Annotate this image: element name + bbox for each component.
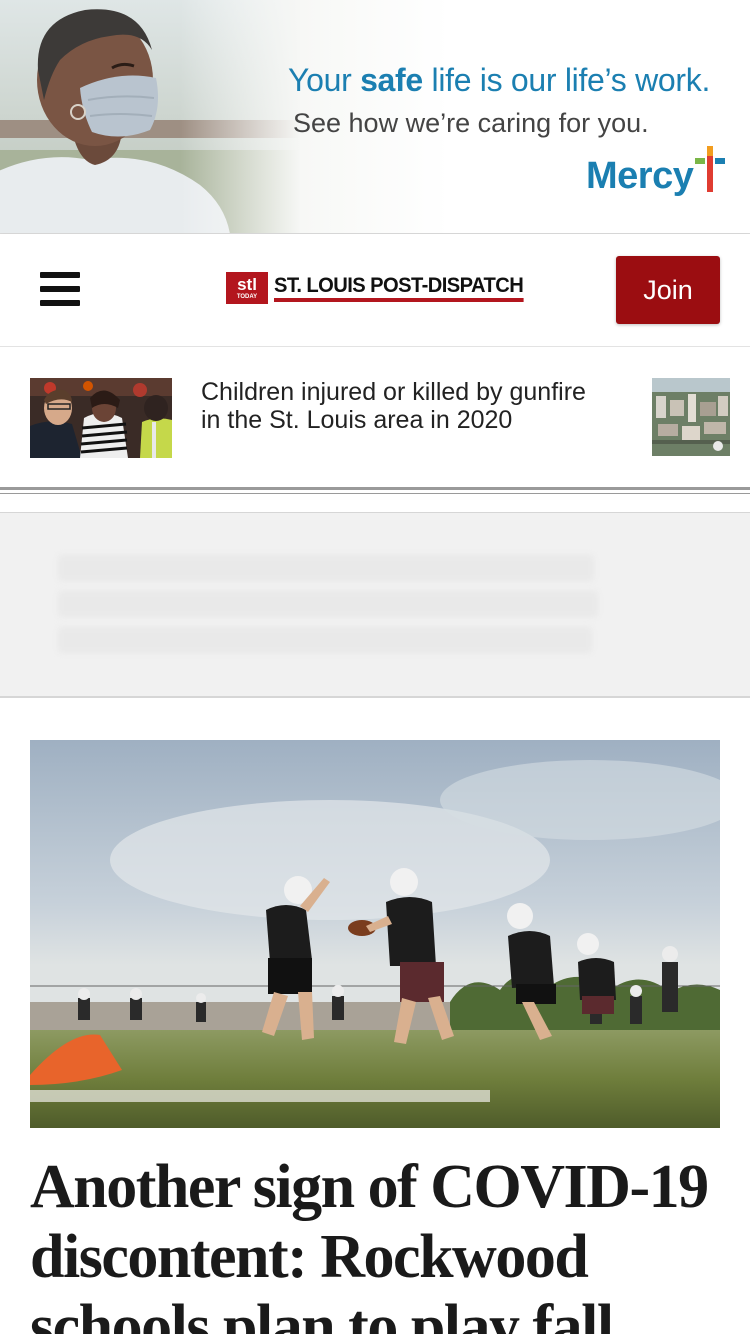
ad-placeholder <box>0 512 750 698</box>
mercy-ad-banner[interactable]: Your safe life is our life’s work. See h… <box>0 0 750 234</box>
mercy-cross-icon <box>695 146 726 192</box>
hamburger-bar <box>40 300 80 306</box>
hamburger-bar <box>40 286 80 292</box>
ad-subline: See how we’re caring for you. <box>293 108 649 138</box>
join-button[interactable]: Join <box>616 256 720 324</box>
ad-placeholder-line <box>58 591 598 617</box>
stl-badge-main: stl <box>237 275 257 294</box>
site-logo[interactable]: stl TODAY ST. LOUIS POST-DISPATCH <box>226 272 534 304</box>
ad-placeholder-line <box>58 627 592 653</box>
trending-thumbnail-left[interactable] <box>30 378 172 458</box>
section-divider <box>0 493 750 494</box>
trending-headline-link[interactable]: Children injured or killed by gunfire in… <box>201 378 601 434</box>
stl-badge-sub: TODAY <box>236 294 258 300</box>
ad-tagline: Your safe life is our life’s work. <box>288 62 710 99</box>
article-hero-image[interactable] <box>30 740 720 1128</box>
ad-tagline-post: life is our life’s work. <box>422 62 711 98</box>
article-headline[interactable]: Another sign of COVID-19 discontent: Roc… <box>30 1152 730 1334</box>
aerial-city-photo <box>652 378 730 456</box>
ad-tagline-pre: Your <box>288 62 361 98</box>
mercy-logo: Mercy <box>586 146 726 204</box>
hamburger-icon[interactable] <box>40 272 80 308</box>
site-header: stl TODAY ST. LOUIS POST-DISPATCH Join <box>0 234 750 347</box>
section-divider <box>0 487 750 490</box>
brand-name: ST. LOUIS POST-DISPATCH <box>274 274 524 302</box>
woman-with-mask-photo <box>0 0 300 233</box>
ad-tagline-bold: safe <box>360 62 423 98</box>
crowd-photo <box>30 378 172 458</box>
football-practice-photo <box>30 740 720 1128</box>
mercy-logo-text: Mercy <box>586 154 694 197</box>
hamburger-bar <box>40 272 80 278</box>
stl-today-badge: stl TODAY <box>226 272 268 304</box>
trending-thumbnail-right[interactable] <box>652 378 730 456</box>
ad-placeholder-line <box>58 555 594 581</box>
trending-strip: Children injured or killed by gunfire in… <box>0 347 750 487</box>
